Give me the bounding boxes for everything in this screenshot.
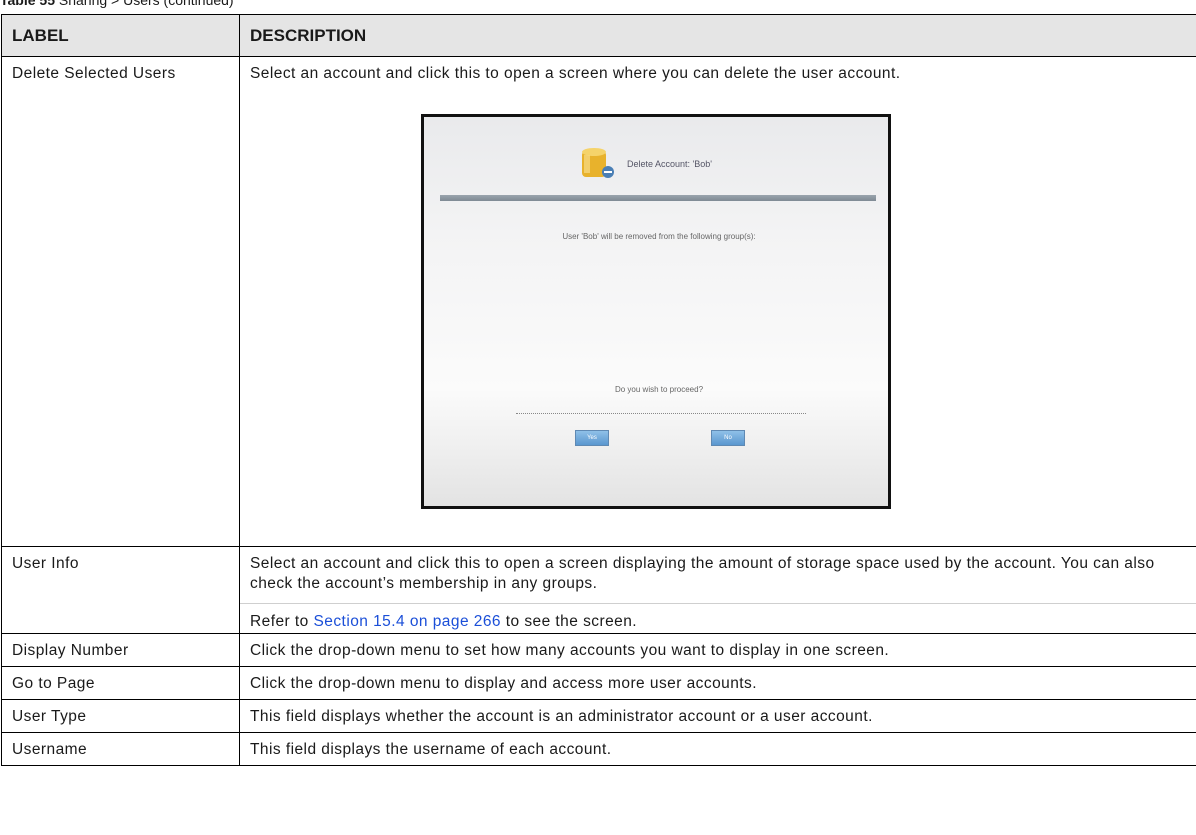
row-description: This field displays whether the account …	[239, 699, 1196, 733]
description-text: Select an account and click this to open…	[250, 65, 901, 82]
row-label: User Info	[1, 546, 240, 634]
row-label: Username	[1, 732, 240, 766]
dialog-message: User 'Bob' will be removed from the foll…	[562, 232, 756, 241]
row-label: User Type	[1, 699, 240, 733]
section-link[interactable]: Section 15.4 on page 266	[314, 613, 501, 630]
table-row: Username This field displays the usernam…	[1, 732, 1196, 766]
table-header-row: LABEL DESCRIPTION	[1, 14, 1196, 57]
table-row: User Info Select an account and click th…	[1, 546, 1196, 634]
reference-line: Refer to Section 15.4 on page 266 to see…	[240, 603, 1196, 631]
row-label: Display Number	[1, 633, 240, 667]
dialog-no-button[interactable]: No	[711, 430, 745, 446]
reference-prefix: Refer to	[250, 613, 314, 630]
row-description: This field displays the username of each…	[239, 732, 1196, 766]
delete-account-figure: Delete Account: 'Bob' User 'Bob' will be…	[250, 84, 1188, 533]
row-description: Select an account and click this to open…	[239, 56, 1196, 547]
description-text: Select an account and click this to open…	[250, 555, 1155, 592]
table-row: Delete Selected Users Select an account …	[1, 56, 1196, 547]
dialog-dotted-divider	[516, 413, 806, 414]
row-description: Click the drop-down menu to display and …	[239, 666, 1196, 700]
delete-account-dialog: Delete Account: 'Bob' User 'Bob' will be…	[421, 114, 891, 509]
reference-suffix: to see the screen.	[500, 613, 638, 630]
table-row: Display Number Click the drop-down menu …	[1, 633, 1196, 667]
row-description: Select an account and click this to open…	[239, 546, 1196, 634]
dialog-yes-button[interactable]: Yes	[575, 430, 609, 446]
dialog-title: Delete Account: 'Bob'	[627, 159, 712, 169]
description-table: LABEL DESCRIPTION Delete Selected Users …	[1, 14, 1196, 766]
table-number: Table 55	[0, 0, 55, 8]
row-label: Go to Page	[1, 666, 240, 700]
header-description: DESCRIPTION	[239, 14, 1196, 57]
row-description: Click the drop-down menu to set how many…	[239, 633, 1196, 667]
user-delete-icon	[582, 148, 614, 178]
dialog-divider	[440, 195, 876, 201]
dialog-question: Do you wish to proceed?	[614, 385, 704, 394]
table-caption: Table 55 Sharing > Users (continued)	[0, 0, 234, 7]
table-row: User Type This field displays whether th…	[1, 699, 1196, 733]
row-label: Delete Selected Users	[1, 56, 240, 547]
header-label: LABEL	[1, 14, 240, 57]
table-caption-text: Sharing > Users (continued)	[58, 0, 234, 8]
table-row: Go to Page Click the drop-down menu to d…	[1, 666, 1196, 700]
